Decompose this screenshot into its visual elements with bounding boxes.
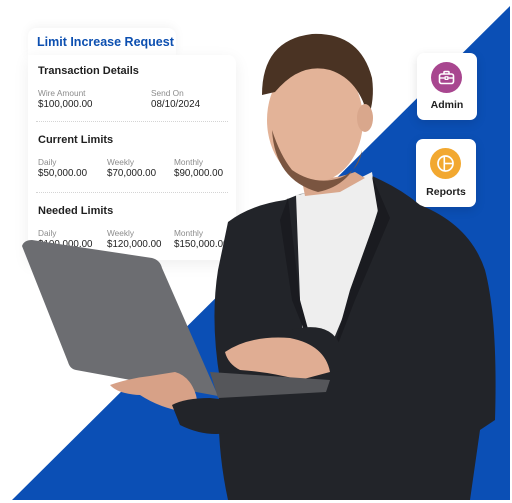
reports-tile[interactable]: Reports [416, 139, 476, 207]
needed-monthly-value: $150,000.00 [174, 239, 229, 250]
limit-increase-request-card: Limit Increase Request Transaction Detai… [28, 28, 238, 260]
card-body: Transaction Details Wire Amount $100,000… [28, 55, 236, 260]
pie-chart-icon [430, 148, 461, 179]
needed-weekly-label: Weekly [107, 228, 135, 238]
card-tab: Limit Increase Request [28, 28, 176, 58]
current-monthly-label: Monthly [174, 157, 204, 167]
hero-illustration: Limit Increase Request Transaction Detai… [0, 0, 512, 503]
briefcase-icon [431, 62, 462, 93]
current-weekly-label: Weekly [107, 157, 135, 167]
reports-label: Reports [426, 186, 466, 198]
current-daily-label: Daily [38, 157, 57, 167]
card-title: Limit Increase Request [37, 35, 174, 49]
wire-amount-value: $100,000.00 [38, 99, 93, 110]
send-on-value: 08/10/2024 [151, 99, 201, 110]
separator [36, 192, 228, 193]
admin-label: Admin [430, 99, 464, 111]
transaction-details-heading: Transaction Details [38, 65, 139, 77]
current-monthly-value: $90,000.00 [174, 168, 224, 179]
needed-weekly-value: $120,000.00 [107, 239, 162, 250]
current-daily-value: $50,000.00 [38, 168, 88, 179]
needed-monthly-label: Monthly [174, 228, 204, 238]
admin-tile[interactable]: Admin [417, 53, 477, 120]
needed-daily-label: Daily [38, 228, 57, 238]
send-on-label: Send On [151, 88, 184, 98]
current-limits-heading: Current Limits [38, 134, 114, 146]
current-weekly-value: $70,000.00 [107, 168, 157, 179]
needed-daily-value: $100,000.00 [38, 239, 93, 250]
separator [36, 121, 228, 122]
wire-amount-label: Wire Amount [38, 88, 86, 98]
needed-limits-heading: Needed Limits [38, 205, 114, 217]
